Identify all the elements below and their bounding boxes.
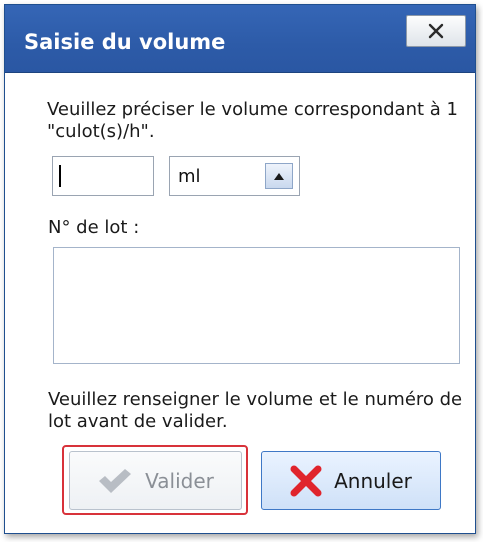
red-x-icon bbox=[290, 465, 322, 496]
lot-number-label: N° de lot : bbox=[48, 217, 140, 238]
cancel-button-label: Annuler bbox=[334, 468, 412, 493]
validation-warning: Veuillez renseigner le volume et le numé… bbox=[48, 389, 463, 432]
lot-number-field[interactable] bbox=[53, 247, 460, 364]
close-button[interactable] bbox=[406, 15, 466, 47]
text-caret bbox=[59, 165, 61, 187]
dialog-window: Saisie du volume Veuillez préciser le vo… bbox=[4, 4, 476, 534]
dialog-title: Saisie du volume bbox=[24, 30, 226, 54]
checkmark-icon bbox=[99, 468, 132, 493]
unit-selected-value: ml bbox=[178, 166, 201, 187]
triangle-up-icon bbox=[274, 172, 284, 180]
close-icon bbox=[428, 23, 444, 39]
cancel-button[interactable]: Annuler bbox=[261, 451, 441, 510]
dropdown-arrow-button[interactable] bbox=[265, 163, 293, 189]
volume-input[interactable] bbox=[52, 156, 154, 196]
unit-select[interactable]: ml bbox=[169, 156, 300, 196]
validate-button-label: Valider bbox=[145, 468, 214, 493]
validate-button[interactable]: Valider bbox=[69, 451, 242, 510]
volume-prompt: Veuillez préciser le volume correspondan… bbox=[47, 99, 458, 142]
title-bar[interactable]: Saisie du volume bbox=[5, 5, 475, 73]
